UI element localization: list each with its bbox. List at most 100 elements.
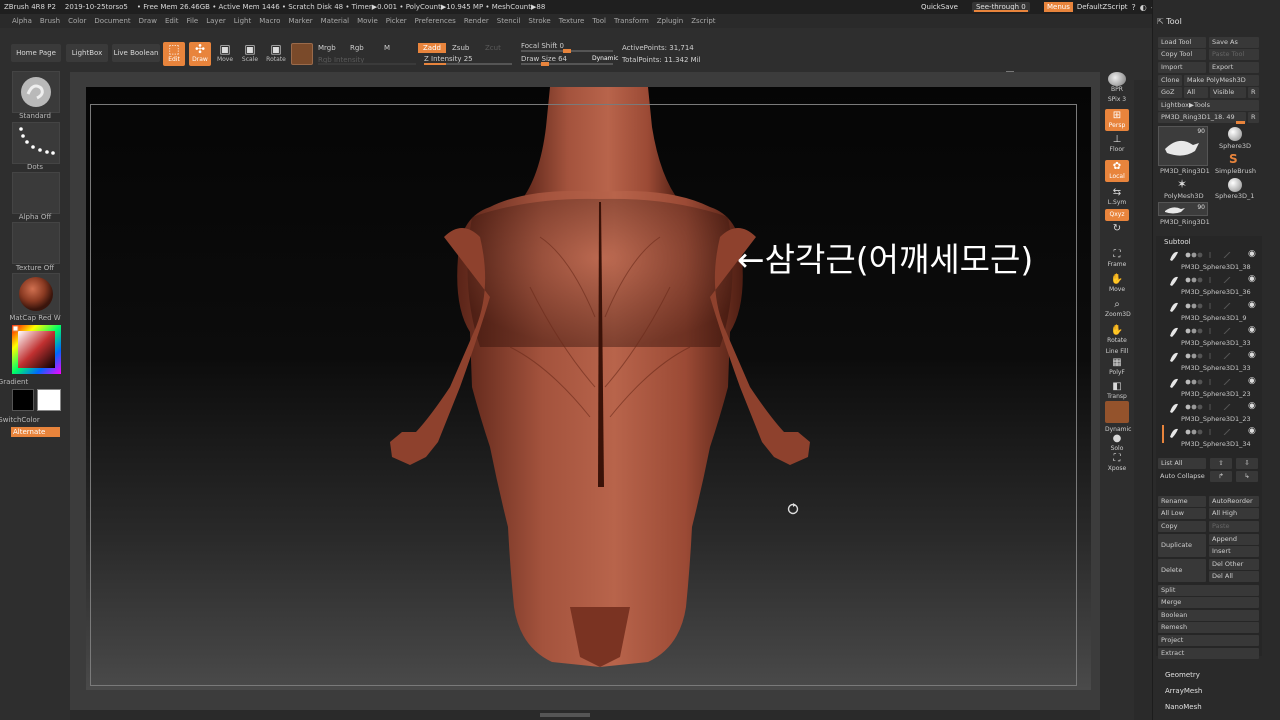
menu-movie[interactable]: Movie (357, 17, 378, 25)
visibility-eye-icon[interactable]: ◉ (1248, 401, 1256, 411)
dynamic-button[interactable]: Dynamic (592, 55, 618, 62)
all-high-button[interactable]: All High (1209, 508, 1259, 519)
subtool-row[interactable]: ◉ PM3D_Sphere3D1_34 (1160, 426, 1260, 451)
see-through-slider[interactable]: See-through 0 (971, 2, 1030, 12)
subtool-toggles[interactable] (1184, 353, 1244, 360)
menu-zscript[interactable]: Zscript (691, 17, 715, 25)
make-polymesh-button[interactable]: Make PolyMesh3D (1184, 75, 1259, 86)
menu-stencil[interactable]: Stencil (497, 17, 521, 25)
project-menu[interactable]: Project (1158, 635, 1259, 646)
menu-preferences[interactable]: Preferences (415, 17, 456, 25)
local-button[interactable]: ✿ Local (1105, 160, 1129, 182)
menu-transform[interactable]: Transform (614, 17, 649, 25)
menu-tool[interactable]: Tool (592, 17, 606, 25)
export-button[interactable]: Export (1209, 62, 1259, 73)
clone-button[interactable]: Clone (1158, 75, 1182, 86)
goz-all-button[interactable]: All (1184, 87, 1208, 98)
edit-mode-button[interactable]: ⬚ Edit (163, 42, 185, 66)
xyz-button[interactable]: Qxyz (1105, 209, 1129, 221)
z-intensity-slider[interactable]: Z Intensity 25 (424, 55, 473, 63)
scale-mode-button[interactable]: ▣ Scale (239, 42, 261, 66)
arrow-right-down-button[interactable]: ↳ (1236, 471, 1258, 482)
subtool-row[interactable]: ◉ PM3D_Sphere3D1_9 (1160, 300, 1260, 325)
spix-slider[interactable]: SPix 3 (1105, 96, 1129, 106)
subtool-toggles[interactable] (1184, 302, 1244, 309)
default-zscript-button[interactable]: DefaultZScript (1077, 3, 1128, 11)
pin-icon[interactable]: ⇱ (1157, 17, 1164, 26)
auto-collapse-button[interactable]: Auto Collapse (1160, 472, 1205, 480)
bottom-shelf-handle[interactable] (540, 713, 590, 717)
visibility-eye-icon[interactable]: ◉ (1248, 325, 1256, 335)
goz-r-button[interactable]: R (1248, 87, 1259, 98)
secondary-color-swatch[interactable] (12, 389, 34, 411)
bpr-button[interactable]: BPR (1105, 72, 1129, 94)
help-icon[interactable]: ? (1132, 3, 1136, 12)
import-button[interactable]: Import (1158, 62, 1206, 73)
menu-texture[interactable]: Texture (559, 17, 585, 25)
copy-subtool-button[interactable]: Copy (1158, 521, 1206, 532)
menu-macro[interactable]: Macro (259, 17, 280, 25)
menu-arraymesh[interactable]: ArrayMesh (1165, 687, 1202, 695)
subtool-row[interactable]: ◉ PM3D_Sphere3D1_33 (1160, 350, 1260, 375)
goz-visible-button[interactable]: Visible (1210, 87, 1246, 98)
append-button[interactable]: Append (1209, 534, 1259, 545)
menu-material[interactable]: Material (321, 17, 349, 25)
move-view-button[interactable]: ✋ Move (1105, 273, 1129, 295)
alternate-button[interactable]: Alternate (11, 427, 60, 437)
ghost-button[interactable] (1105, 401, 1129, 423)
menu-document[interactable]: Document (94, 17, 130, 25)
menus-toggle[interactable]: Menus (1043, 2, 1073, 12)
zcut-button[interactable]: Zcut (485, 44, 501, 52)
menu-draw[interactable]: Draw (139, 17, 157, 25)
subtool-row[interactable]: ◉ PM3D_Sphere3D1_36 (1160, 274, 1260, 299)
save-as-button[interactable]: Save As (1209, 37, 1259, 48)
menu-marker[interactable]: Marker (288, 17, 312, 25)
load-tool-button[interactable]: Load Tool (1158, 37, 1206, 48)
boolean-menu[interactable]: Boolean (1158, 610, 1259, 621)
focal-shift-slider[interactable]: Focal Shift 0 (521, 42, 564, 50)
copy-tool-button[interactable]: Copy Tool (1158, 49, 1206, 60)
rotate-mode-button[interactable]: ▣ Rotate (265, 42, 287, 66)
solo-button[interactable]: ● Solo (1105, 432, 1129, 454)
del-all-button[interactable]: Del All (1209, 571, 1259, 582)
subtool-scrollbar[interactable] (1162, 425, 1164, 443)
auto-reorder-button[interactable]: AutoReorder (1209, 496, 1259, 507)
visibility-eye-icon[interactable]: ◉ (1248, 274, 1256, 284)
rename-button[interactable]: Rename (1158, 496, 1206, 507)
subtool-row[interactable]: ◉ PM3D_Sphere3D1_33 (1160, 325, 1260, 350)
color-picker[interactable] (12, 325, 61, 374)
rotation-axis-buttons[interactable]: ↻ (1105, 222, 1129, 244)
menu-picker[interactable]: Picker (386, 17, 407, 25)
subtool-row[interactable]: ◉ PM3D_Sphere3D1_38 (1160, 249, 1260, 274)
zoom3d-button[interactable]: ⌕ Zoom3D (1105, 298, 1131, 320)
menu-geometry[interactable]: Geometry (1165, 671, 1200, 679)
menu-zplugin[interactable]: Zplugin (657, 17, 683, 25)
menu-light[interactable]: Light (234, 17, 251, 25)
visibility-eye-icon[interactable]: ◉ (1248, 249, 1256, 259)
current-tool-r-button[interactable]: R (1248, 112, 1259, 123)
visibility-eye-icon[interactable]: ◉ (1248, 300, 1256, 310)
draw-mode-button[interactable]: ✣ Draw (189, 42, 211, 66)
duplicate-button[interactable]: Duplicate (1158, 534, 1206, 557)
quicksave-button[interactable]: QuickSave (921, 3, 958, 11)
menu-edit[interactable]: Edit (165, 17, 179, 25)
lightbox-button[interactable]: LightBox (66, 44, 108, 62)
arrow-right-up-button[interactable]: ↱ (1210, 471, 1232, 482)
paste-subtool-button[interactable]: Paste (1209, 521, 1259, 532)
menu-brush[interactable]: Brush (40, 17, 60, 25)
home-page-button[interactable]: Home Page (11, 44, 61, 62)
del-other-button[interactable]: Del Other (1209, 559, 1259, 570)
menu-nanomesh[interactable]: NanoMesh (1165, 703, 1202, 711)
tool-thumb-ring-2[interactable]: 90 (1158, 202, 1208, 216)
material-picker[interactable] (12, 273, 60, 315)
menu-color[interactable]: Color (68, 17, 86, 25)
split-menu[interactable]: Split (1158, 585, 1259, 596)
delete-button[interactable]: Delete (1158, 559, 1206, 582)
rgb-button[interactable]: Rgb (350, 44, 364, 52)
current-tool-slider[interactable]: PM3D_Ring3D1_18. 49 (1158, 112, 1246, 123)
texture-picker[interactable] (12, 222, 60, 264)
lsym-button[interactable]: ⇆ L.Sym (1105, 186, 1129, 208)
frame-button[interactable]: ⛶ Frame (1105, 248, 1129, 270)
remesh-menu[interactable]: Remesh (1158, 622, 1259, 633)
move-down-button[interactable]: ⇩ (1236, 458, 1258, 469)
